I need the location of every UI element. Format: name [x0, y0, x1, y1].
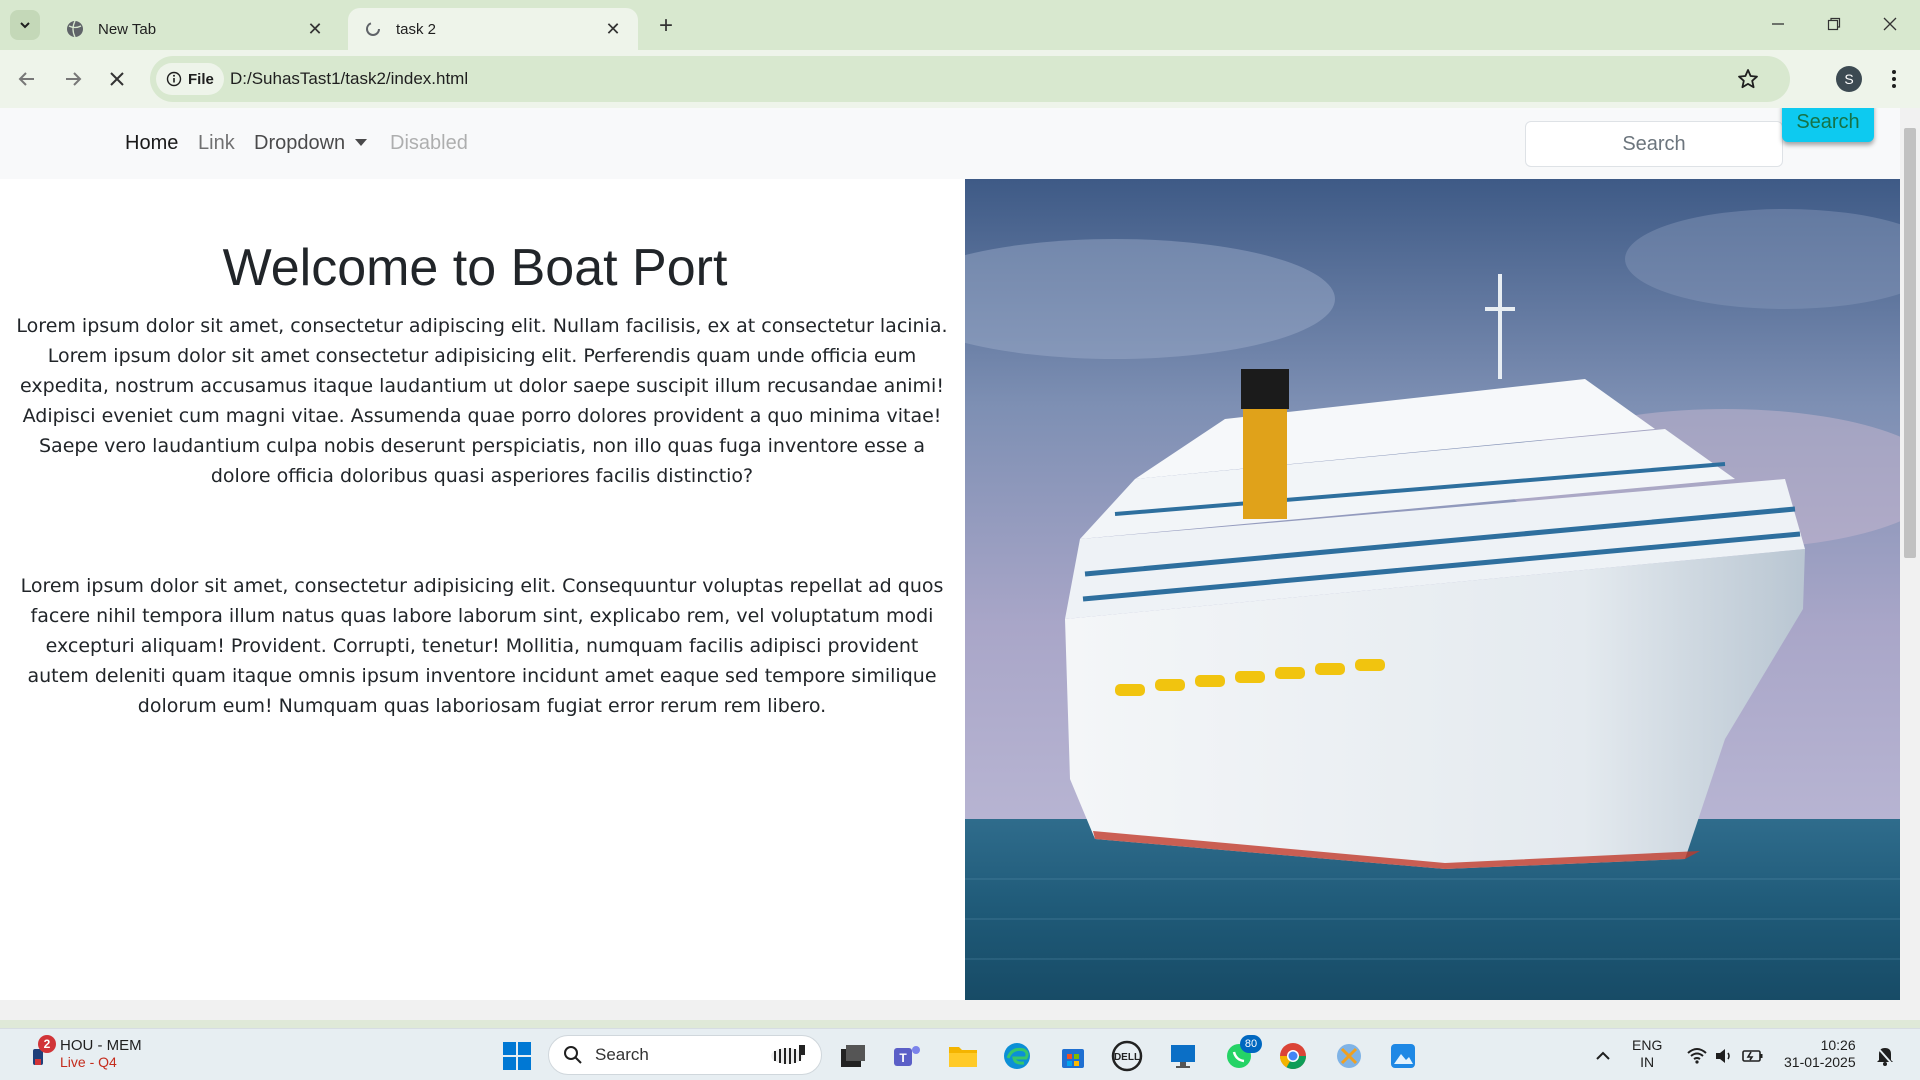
edge-icon[interactable] — [1000, 1039, 1034, 1073]
tab-search-button[interactable] — [10, 10, 40, 40]
language-line-1: ENG — [1632, 1037, 1663, 1053]
back-icon[interactable] — [12, 64, 42, 94]
close-window-icon[interactable] — [1870, 6, 1910, 42]
dell-icon[interactable]: DELL — [1110, 1039, 1144, 1073]
tab-task-2[interactable]: task 2 ✕ — [348, 8, 638, 50]
close-icon[interactable]: ✕ — [604, 19, 622, 39]
whatsapp-badge: 80 — [1240, 1035, 1262, 1053]
tab-title: New Tab — [98, 20, 157, 38]
language-line-2: IN — [1640, 1054, 1655, 1070]
clock-date: 31-01-2025 — [1784, 1054, 1856, 1070]
site-info-chip[interactable]: File — [156, 63, 224, 95]
stock-widget[interactable]: 2 HOU - MEM Live - Q4 — [30, 1034, 142, 1070]
tab-title: task 2 — [396, 20, 437, 38]
chrome-icon[interactable] — [1276, 1039, 1310, 1073]
nav-dropdown-label: Dropdown — [254, 132, 346, 154]
search-input[interactable]: Search — [1525, 121, 1783, 167]
nav-link-disabled: Disabled — [390, 132, 468, 154]
browser-toolbar: File D:/SuhasTast1/task2/index.html S — [0, 50, 1920, 108]
site-chip-label: File — [188, 70, 214, 88]
store-icon[interactable] — [1056, 1039, 1090, 1073]
new-tab-button[interactable]: + — [652, 12, 680, 40]
url-text[interactable]: D:/SuhasTast1/task2/index.html — [230, 69, 468, 89]
windows-start-icon[interactable] — [500, 1039, 534, 1073]
windows-taskbar: 2 HOU - MEM Live - Q4 Search T DELL 80 E… — [0, 1028, 1920, 1080]
nav-dropdown[interactable]: Dropdown — [254, 132, 368, 155]
taskbar-search-label: Search — [595, 1045, 649, 1064]
intro-paragraph-1: Lorem ipsum dolor sit amet, consectetur … — [16, 315, 948, 487]
site-navbar: Home Link Dropdown Disabled Search Searc… — [0, 108, 1900, 179]
profile-avatar[interactable]: S — [1836, 66, 1862, 92]
menu-kebab-icon[interactable] — [1884, 66, 1904, 92]
notification-bell-icon[interactable] — [1868, 1039, 1902, 1073]
chevron-up-icon[interactable] — [1586, 1039, 1620, 1073]
page-title: Welcome to Boat Port — [222, 239, 728, 297]
tab-new-tab[interactable]: New Tab ✕ — [50, 8, 340, 50]
widget-chart-icon: 2 — [30, 1034, 56, 1069]
vertical-scroll-thumb[interactable] — [1904, 128, 1916, 558]
language-indicator[interactable]: ENG IN — [1632, 1037, 1662, 1071]
restore-icon[interactable] — [1814, 6, 1854, 42]
clock-time: 10:26 — [1820, 1037, 1856, 1053]
caret-down-icon — [355, 139, 368, 146]
stop-loading-icon[interactable] — [102, 64, 132, 94]
cruise-ship-image — [965, 179, 1900, 1000]
battery-icon[interactable] — [1736, 1039, 1770, 1073]
page-viewport: Home Link Dropdown Disabled Search Searc… — [0, 108, 1920, 1000]
svg-text:DELL: DELL — [1114, 1052, 1140, 1063]
horizontal-scrollbar[interactable] — [0, 1000, 1920, 1020]
vertical-scrollbar[interactable] — [1900, 108, 1920, 1000]
forward-icon[interactable] — [58, 64, 88, 94]
globe-icon — [66, 20, 84, 38]
zebra-icon — [771, 1045, 805, 1064]
svg-text:T: T — [899, 1051, 907, 1065]
widget-badge: 2 — [38, 1034, 56, 1053]
file-explorer-icon[interactable] — [946, 1039, 980, 1073]
widget-line-1: HOU - MEM — [60, 1037, 142, 1054]
minimize-icon[interactable] — [1758, 6, 1798, 42]
search-button[interactable]: Search — [1782, 108, 1874, 142]
task-view-icon[interactable] — [836, 1039, 870, 1073]
nav-link-home[interactable]: Home — [125, 132, 178, 155]
close-icon[interactable]: ✕ — [306, 19, 324, 39]
snipping-tool-icon[interactable] — [1332, 1039, 1366, 1073]
photos-icon[interactable] — [1386, 1039, 1420, 1073]
nav-link-link[interactable]: Link — [198, 132, 235, 155]
address-bar[interactable]: File D:/SuhasTast1/task2/index.html — [150, 56, 1790, 102]
tab-strip: New Tab ✕ task 2 ✕ + — [0, 0, 1920, 50]
bookmark-star-icon[interactable] — [1736, 67, 1760, 91]
widget-line-2: Live - Q4 — [60, 1054, 117, 1070]
info-icon — [166, 71, 182, 87]
intro-paragraph-2: Lorem ipsum dolor sit amet, consectetur … — [20, 575, 944, 717]
whatsapp-icon[interactable]: 80 — [1222, 1035, 1262, 1073]
clock[interactable]: 10:26 31-01-2025 — [1784, 1037, 1856, 1071]
chevron-down-icon — [20, 22, 30, 29]
search-icon — [564, 1046, 582, 1064]
loading-icon — [364, 20, 382, 38]
teams-icon[interactable]: T — [890, 1039, 924, 1073]
remote-desktop-icon[interactable] — [1166, 1039, 1200, 1073]
taskbar-search[interactable]: Search — [548, 1035, 822, 1075]
